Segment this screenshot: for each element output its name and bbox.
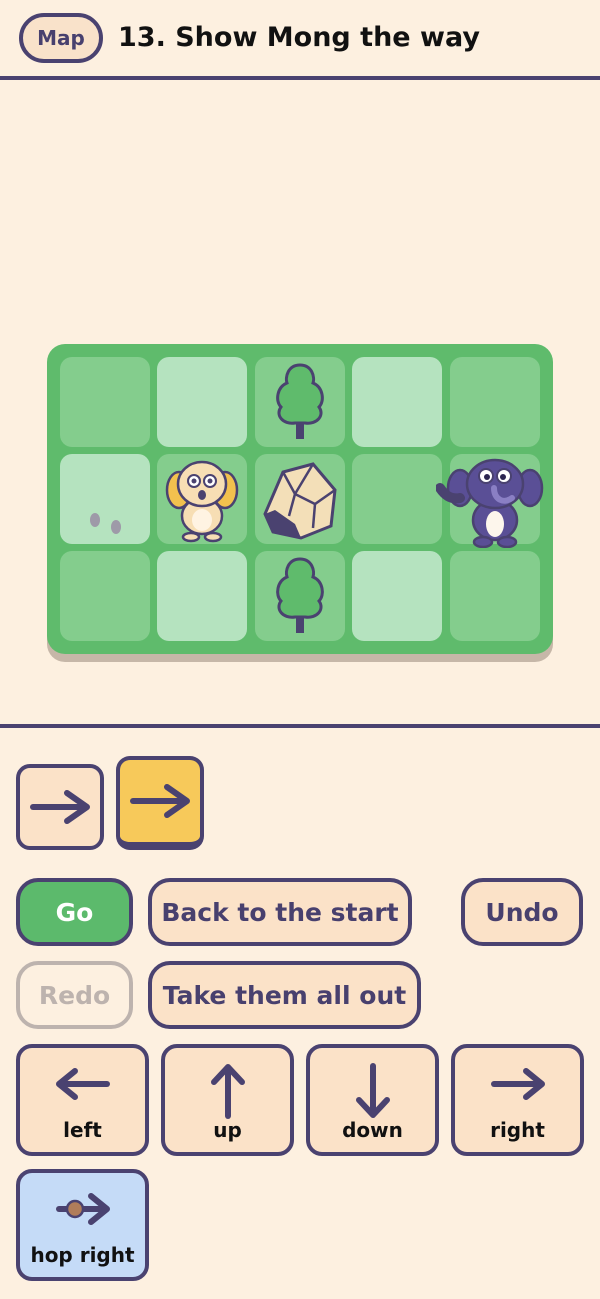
board-cell: [352, 357, 442, 447]
rock-icon: [263, 462, 337, 540]
take-all-out-button[interactable]: Take them all out: [148, 961, 421, 1029]
board-cell: [60, 551, 150, 641]
map-button[interactable]: Map: [19, 13, 103, 63]
header-bar: Map 13. Show Mong the way: [0, 0, 600, 80]
board-cell: [255, 357, 345, 447]
arrow-left-icon: [55, 1068, 110, 1100]
board-cell: [255, 551, 345, 641]
arrow-up-icon: [210, 1064, 245, 1119]
command-up-button[interactable]: up: [161, 1044, 294, 1156]
board-cell: [436, 454, 544, 548]
game-board: [47, 344, 553, 654]
board-cell: [60, 357, 150, 447]
take-all-out-label: Take them all out: [162, 980, 407, 1010]
divider: [0, 724, 600, 728]
board-cell: [450, 551, 540, 641]
command-up-label: up: [213, 1118, 242, 1142]
board-cell: [157, 551, 247, 641]
puppy-icon: [165, 460, 239, 543]
go-button[interactable]: Go: [16, 878, 133, 946]
back-to-start-button[interactable]: Back to the start: [148, 878, 412, 946]
program-slot-2[interactable]: [116, 756, 204, 850]
go-button-label: Go: [55, 897, 94, 927]
command-left-button[interactable]: left: [16, 1044, 149, 1156]
redo-label: Redo: [38, 980, 111, 1010]
board-cell: [450, 357, 540, 447]
board-cell: [157, 357, 247, 447]
board-cell: [352, 454, 442, 544]
board-cell: [157, 454, 247, 544]
command-down-button[interactable]: down: [306, 1044, 439, 1156]
board-cell: [255, 454, 345, 544]
command-left-label: left: [63, 1118, 102, 1142]
tree-icon: [276, 363, 324, 439]
board-cell: [60, 454, 150, 544]
command-right-button[interactable]: right: [451, 1044, 584, 1156]
hop-right-icon: [55, 1193, 110, 1225]
back-to-start-label: Back to the start: [161, 897, 399, 927]
command-hop-right-label: hop right: [30, 1243, 135, 1267]
command-hop-right-button[interactable]: hop right: [16, 1169, 149, 1281]
arrow-right-icon: [130, 784, 190, 818]
map-button-label: Map: [37, 26, 85, 50]
program-slot-1[interactable]: [16, 764, 104, 850]
command-down-label: down: [342, 1118, 403, 1142]
undo-label: Undo: [485, 897, 559, 927]
arrow-right-icon: [30, 790, 90, 824]
command-right-label: right: [490, 1118, 545, 1142]
arrow-down-icon: [355, 1063, 390, 1118]
level-title: 13. Show Mong the way: [118, 22, 480, 53]
mong-elephant-icon: [436, 458, 544, 548]
arrow-right-icon: [490, 1068, 545, 1100]
tree-icon: [276, 557, 324, 633]
footprints-icon: [90, 513, 121, 534]
undo-button[interactable]: Undo: [461, 878, 583, 946]
game-stage: [0, 84, 600, 724]
redo-button[interactable]: Redo: [16, 961, 133, 1029]
board-cell: [352, 551, 442, 641]
